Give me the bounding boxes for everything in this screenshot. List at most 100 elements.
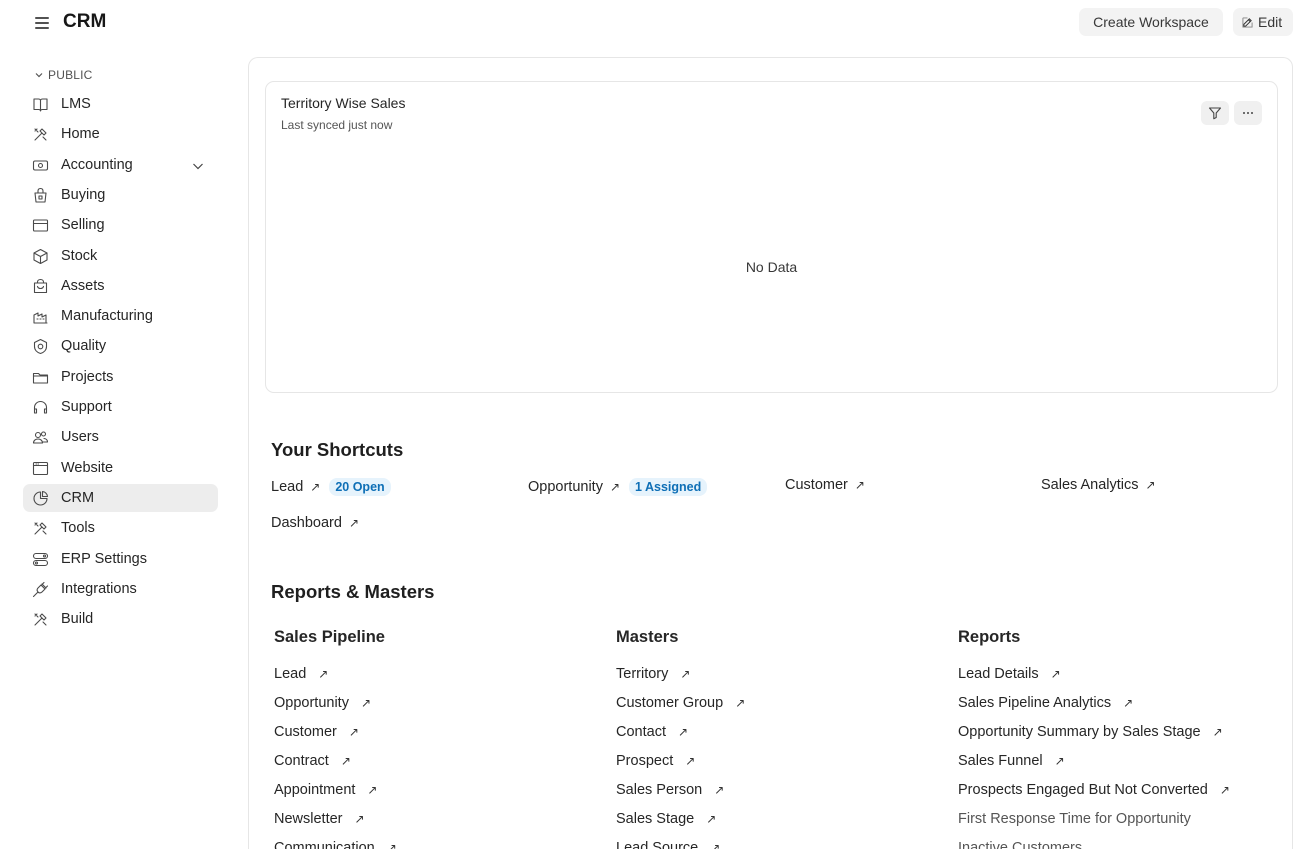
link-label: Opportunity Summary by Sales Stage [958,724,1201,740]
shortcut-opportunity[interactable]: Opportunity ↗ 1 Assigned [528,478,708,496]
book-icon [32,96,49,113]
users-icon [32,429,49,446]
link-lead-details[interactable]: Lead Details ↗ [958,666,1061,682]
arrow-up-right-icon: ↗ [360,696,372,710]
sidebar-item-buying[interactable]: Buying [23,181,218,209]
link-prospects-engaged-but-not-converted[interactable]: Prospects Engaged But Not Converted ↗ [958,782,1230,798]
link-label: Sales Person [616,782,703,798]
shortcut-dashboard[interactable]: Dashboard ↗ [271,515,359,531]
chevron-down-icon [35,73,43,78]
link-label: Prospects Engaged But Not Converted [958,782,1208,798]
arrow-up-right-icon: ↗ [1054,754,1065,768]
link-customer[interactable]: Customer ↗ [274,724,359,740]
link-sales-stage[interactable]: Sales Stage ↗ [616,811,716,827]
link-label: Sales Pipeline Analytics [958,695,1112,711]
top-bar: CRM Create Workspace Edit [0,0,1309,44]
shortcut-customer[interactable]: Customer ↗ [785,477,865,493]
shortcut-lead[interactable]: Lead ↗ 20 Open [271,478,391,496]
link-label: Lead Details [958,666,1039,682]
sidebar-item-quality[interactable]: Quality [23,332,218,360]
section-label: PUBLIC [48,68,93,82]
sidebar-item-integrations[interactable]: Integrations [23,575,218,603]
link-label: Prospect [616,753,674,769]
sidebar-item-projects[interactable]: Projects [23,363,218,391]
section-public[interactable]: PUBLIC [34,68,93,82]
menu-icon[interactable] [34,14,50,30]
sidebar-item-support[interactable]: Support [23,393,218,421]
link-sales-pipeline-analytics[interactable]: Sales Pipeline Analytics ↗ [958,695,1133,711]
link-prospect[interactable]: Prospect ↗ [616,753,695,769]
link-label: Inactive Customers [958,840,1083,849]
chart-card: Territory Wise Sales Last synced just no… [265,81,1278,393]
link-communication[interactable]: Communication ↗ [274,840,397,849]
link-sales-funnel[interactable]: Sales Funnel ↗ [958,753,1065,769]
link-label: Newsletter [274,811,343,827]
sidebar-item-accounting[interactable]: Accounting [23,151,218,179]
sidebar-item-build[interactable]: Build [23,605,218,633]
sidebar-item-label: Tools [61,520,95,537]
chevron-down-icon[interactable] [191,159,205,173]
arrow-up-right-icon: ↗ [1145,478,1156,492]
card-title-sales-pipeline: Sales Pipeline [274,628,385,646]
link-contract[interactable]: Contract ↗ [274,753,351,769]
sidebar-item-assets[interactable]: Assets [23,272,218,300]
link-territory[interactable]: Territory ↗ [616,666,690,682]
link-label: Contract [274,753,329,769]
sidebar-item-manufacturing[interactable]: Manufacturing [23,302,218,330]
link-customer-group[interactable]: Customer Group ↗ [616,695,745,711]
link-contact[interactable]: Contact ↗ [616,724,688,740]
basket-icon [32,187,49,204]
shortcut-sales-analytics[interactable]: Sales Analytics ↗ [1041,477,1156,493]
sidebar-item-label: Buying [61,186,106,203]
arrow-up-right-icon: ↗ [348,725,359,739]
create-workspace-button[interactable]: Create Workspace [1079,8,1223,36]
more-options-button[interactable] [1234,101,1262,125]
sidebar-item-label: Assets [61,277,105,294]
box-icon [32,248,49,265]
shortcut-label: Sales Analytics [1041,477,1139,493]
link-label: Sales Stage [616,811,695,827]
sidebar-item-label: ERP Settings [61,550,147,567]
money-icon [32,157,49,174]
arrow-up-right-icon: ↗ [386,841,397,849]
link-sales-person[interactable]: Sales Person ↗ [616,782,724,798]
sidebar-item-label: Support [61,399,112,415]
settings-icon [32,551,49,568]
ellipsis-icon [1243,112,1253,114]
sidebar-item-home[interactable]: Home [23,120,218,148]
sidebar-item-erp-settings[interactable]: ERP Settings [23,545,218,573]
sidebar-item-users[interactable]: Users [23,423,218,451]
sidebar-item-stock[interactable]: Stock [23,242,218,270]
bag-icon [32,278,49,295]
edit-button[interactable]: Edit [1233,8,1293,36]
link-newsletter[interactable]: Newsletter ↗ [274,811,365,827]
shortcut-count-badge: 1 Assigned [629,478,708,496]
link-opportunity-summary-by-sales-stage[interactable]: Opportunity Summary by Sales Stage ↗ [958,724,1223,740]
arrow-up-right-icon: ↗ [854,478,865,492]
tools-icon [32,611,49,628]
card-title-masters: Masters [616,628,679,646]
link-lead-source[interactable]: Lead Source ↗ [616,840,720,849]
sidebar-item-label: Manufacturing [61,308,153,325]
sidebar-item-selling[interactable]: Selling [23,211,218,239]
link-lead[interactable]: Lead ↗ [274,666,328,682]
filter-button[interactable] [1201,101,1229,125]
page-title: CRM [63,11,107,32]
link-first-response-time-for-opportunity[interactable]: First Response Time for Opportunity [958,811,1191,827]
reports-heading: Reports & Masters [271,581,435,602]
link-opportunity[interactable]: Opportunity ↗ [274,695,371,711]
sidebar-item-website[interactable]: Website [23,454,218,482]
link-appointment[interactable]: Appointment ↗ [274,782,377,798]
sidebar-item-crm[interactable]: CRM [23,483,218,512]
shortcut-count-badge: 20 Open [329,478,391,496]
sidebar-item-label: LMS [61,96,91,112]
sidebar-item-tools[interactable]: Tools [23,514,218,542]
sidebar-item-label: Users [61,429,99,446]
sidebar-item-label: Projects [61,368,114,385]
sidebar-item-lms[interactable]: LMS [23,90,218,118]
plug-icon [32,581,49,598]
shortcut-label: Customer [785,477,848,493]
link-inactive-customers[interactable]: Inactive Customers [958,840,1082,849]
link-label: First Response Time for Opportunity [958,811,1191,827]
arrow-up-right-icon: ↗ [735,696,746,710]
